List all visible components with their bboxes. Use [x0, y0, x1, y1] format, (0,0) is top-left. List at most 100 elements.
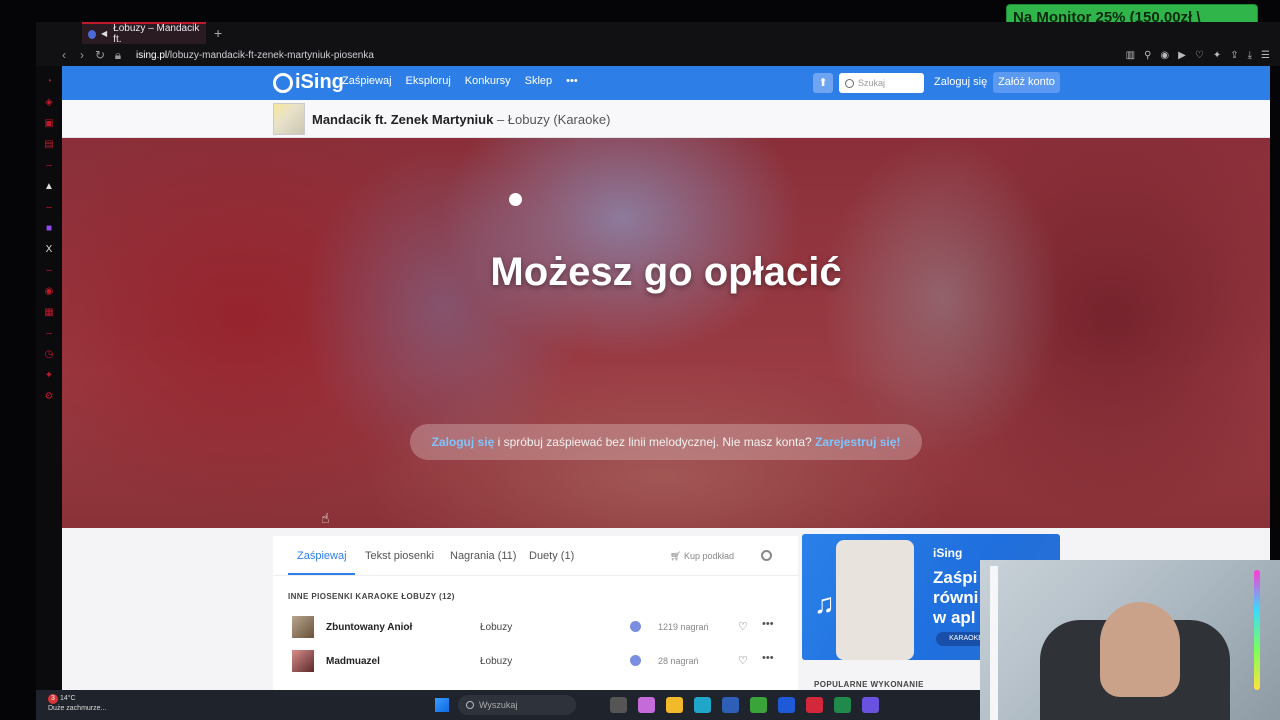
streamer: [1100, 602, 1180, 697]
settings-icon[interactable]: ⚙: [44, 392, 54, 402]
new-tab-plus-icon[interactable]: +: [214, 25, 222, 41]
site-favicon-icon: [88, 29, 97, 39]
url-path: /lobuzy-mandacik-ft-zenek-martyniuk-pios…: [167, 49, 374, 61]
history-icon[interactable]: ◷: [44, 350, 54, 360]
more-options-icon[interactable]: •••: [762, 618, 774, 630]
more-options-icon[interactable]: •••: [762, 652, 774, 664]
address-bar: ‹ › ↻ 🔒︎ ising.pl/lobuzy-mandacik-ft-zen…: [36, 44, 1280, 66]
main-nav: Zaśpiewaj Eksploruj Konkursy Sklep •••: [342, 75, 578, 87]
video-icon[interactable]: ▦: [44, 308, 54, 318]
aria-icon[interactable]: ◔: [44, 77, 54, 87]
app-green-icon[interactable]: [834, 697, 851, 713]
song-title: Mandacik ft. Zenek Martyniuk – Łobuzy (K…: [312, 112, 610, 127]
ising-logo-icon: [273, 72, 293, 93]
share-icon[interactable]: ⇪: [1230, 50, 1238, 61]
divider-icon: –: [46, 160, 52, 171]
forward-arrow-icon[interactable]: ›: [74, 48, 90, 62]
divider-icon: –: [46, 202, 52, 213]
play-icon[interactable]: ▶: [1178, 50, 1186, 61]
nav-explore[interactable]: Eksploruj: [406, 75, 451, 87]
opera-taskbar-icon[interactable]: [806, 697, 823, 713]
song-name[interactable]: Zbuntowany Anioł: [326, 622, 412, 633]
camera-icon[interactable]: ◉: [1160, 50, 1169, 61]
reload-icon[interactable]: ↻: [92, 48, 108, 62]
messenger-icon[interactable]: ▣: [44, 119, 54, 129]
login-link[interactable]: Zaloguj się: [934, 76, 987, 88]
buy-backing-track[interactable]: 🛒︎ Kup podkład: [670, 551, 734, 562]
settings-gear-icon[interactable]: [761, 550, 772, 561]
song-name[interactable]: Madmuazel: [326, 656, 380, 667]
tab-lyrics[interactable]: Tekst piosenki: [365, 550, 434, 562]
song-cover[interactable]: [273, 103, 305, 135]
verified-badge-icon: [630, 655, 641, 666]
download-icon[interactable]: ⤓: [1248, 50, 1252, 61]
hint-login-link[interactable]: Zaloguj się: [432, 435, 495, 449]
logo-text: iSing: [295, 71, 344, 93]
task-view-icon[interactable]: [610, 697, 627, 713]
nav-contests[interactable]: Konkursy: [465, 75, 511, 87]
taskbar-search[interactable]: Wyszukaj: [458, 695, 576, 715]
ad-headline: Zaśpi równi w apl: [933, 568, 979, 627]
copilot-icon[interactable]: [638, 697, 655, 713]
mail-icon[interactable]: ▤: [44, 140, 54, 150]
edge-icon[interactable]: [694, 697, 711, 713]
extensions-sidebar-icon[interactable]: ✦: [44, 371, 54, 381]
tab-sing[interactable]: Zaśpiewaj: [297, 550, 347, 562]
song-header: Mandacik ft. Zenek Martyniuk – Łobuzy (K…: [62, 100, 1270, 138]
karaoke-player[interactable]: Możesz go opłacić Zaloguj się i spróbuj …: [62, 138, 1270, 528]
like-heart-icon[interactable]: ♡: [738, 620, 748, 633]
app-a-icon[interactable]: ▲: [44, 182, 54, 192]
player-icon[interactable]: ◉: [44, 287, 54, 297]
upload-button[interactable]: ⬆: [813, 73, 833, 93]
browser-tab[interactable]: ◀ Łobuzy – Mandacik ft.: [82, 22, 206, 45]
lyric-timing-dot: [509, 193, 522, 206]
nav-more-icon[interactable]: •••: [566, 75, 578, 87]
song-tabs: Zaśpiewaj Tekst piosenki Nagrania (11) D…: [273, 536, 798, 576]
ising-logo[interactable]: iSing: [273, 71, 344, 94]
upload-icon: ⬆: [818, 77, 828, 89]
extensions-icon[interactable]: ✦: [1213, 50, 1221, 61]
discord-icon[interactable]: [862, 697, 879, 713]
weather-description: Duże zachmurze...: [48, 705, 107, 712]
url-field[interactable]: ising.pl/lobuzy-mandacik-ft-zenek-martyn…: [136, 50, 374, 61]
register-button[interactable]: Załóż konto: [993, 72, 1060, 93]
heart-icon[interactable]: ♡: [1195, 50, 1204, 61]
twitch-icon[interactable]: ■: [44, 224, 54, 234]
search-icon: [466, 701, 474, 709]
tab-duets[interactable]: Duety (1): [529, 550, 574, 562]
nav-sing[interactable]: Zaśpiewaj: [342, 75, 392, 87]
song-artist[interactable]: Łobuzy: [480, 656, 512, 667]
song-thumbnail[interactable]: [292, 650, 314, 672]
toolbar-icons: ▥ ⚲ ◉ ▶ ♡ ✦ ⇪ ⤓ ☰: [1126, 50, 1270, 61]
tab-title: Łobuzy – Mandacik ft.: [113, 23, 200, 45]
weather-widget[interactable]: 3 14°C Duże zachmurze...: [48, 694, 106, 714]
popular-performance-heading: POPULARNE WYKONANIE: [814, 680, 924, 689]
tab-recordings[interactable]: Nagrania (11): [450, 550, 516, 562]
speaker-icon[interactable]: ◀: [101, 30, 108, 38]
file-explorer-icon[interactable]: [666, 697, 683, 713]
taskbar-apps: [610, 697, 879, 713]
lock-icon: 🔒︎: [114, 47, 122, 62]
store-icon[interactable]: [722, 697, 739, 713]
vscode-icon[interactable]: [778, 697, 795, 713]
crypto-wallet-icon[interactable]: ◈: [44, 98, 54, 108]
other-songs-heading: INNE PIOSENKI KARAOKE ŁOBUZY (12): [288, 592, 455, 601]
like-heart-icon[interactable]: ♡: [738, 654, 748, 667]
search-input[interactable]: Szukaj: [839, 73, 924, 93]
hint-register-link[interactable]: Zarejestruj się!: [815, 435, 900, 449]
x-twitter-icon[interactable]: X: [44, 245, 54, 255]
notification-badge: 3: [48, 694, 58, 704]
pin-icon[interactable]: ⚲: [1144, 50, 1151, 61]
split-view-icon[interactable]: ▥: [1126, 50, 1135, 61]
menu-icon[interactable]: ☰: [1261, 50, 1270, 61]
tab-bar: ◀ Łobuzy – Mandacik ft. + — ▢ ✕: [36, 22, 1280, 61]
song-artist: Mandacik ft. Zenek Martyniuk: [312, 112, 494, 127]
nav-shop[interactable]: Sklep: [525, 75, 553, 87]
list-item[interactable]: Madmuazel Łobuzy 28 nagrań ♡ •••: [288, 648, 783, 678]
back-arrow-icon[interactable]: ‹: [56, 48, 72, 62]
windows-start-icon[interactable]: [435, 698, 449, 712]
song-thumbnail[interactable]: [292, 616, 314, 638]
list-item[interactable]: Zbuntowany Anioł Łobuzy 1219 nagrań ♡ ••…: [288, 614, 783, 644]
song-artist[interactable]: Łobuzy: [480, 622, 512, 633]
xbox-icon[interactable]: [750, 697, 767, 713]
